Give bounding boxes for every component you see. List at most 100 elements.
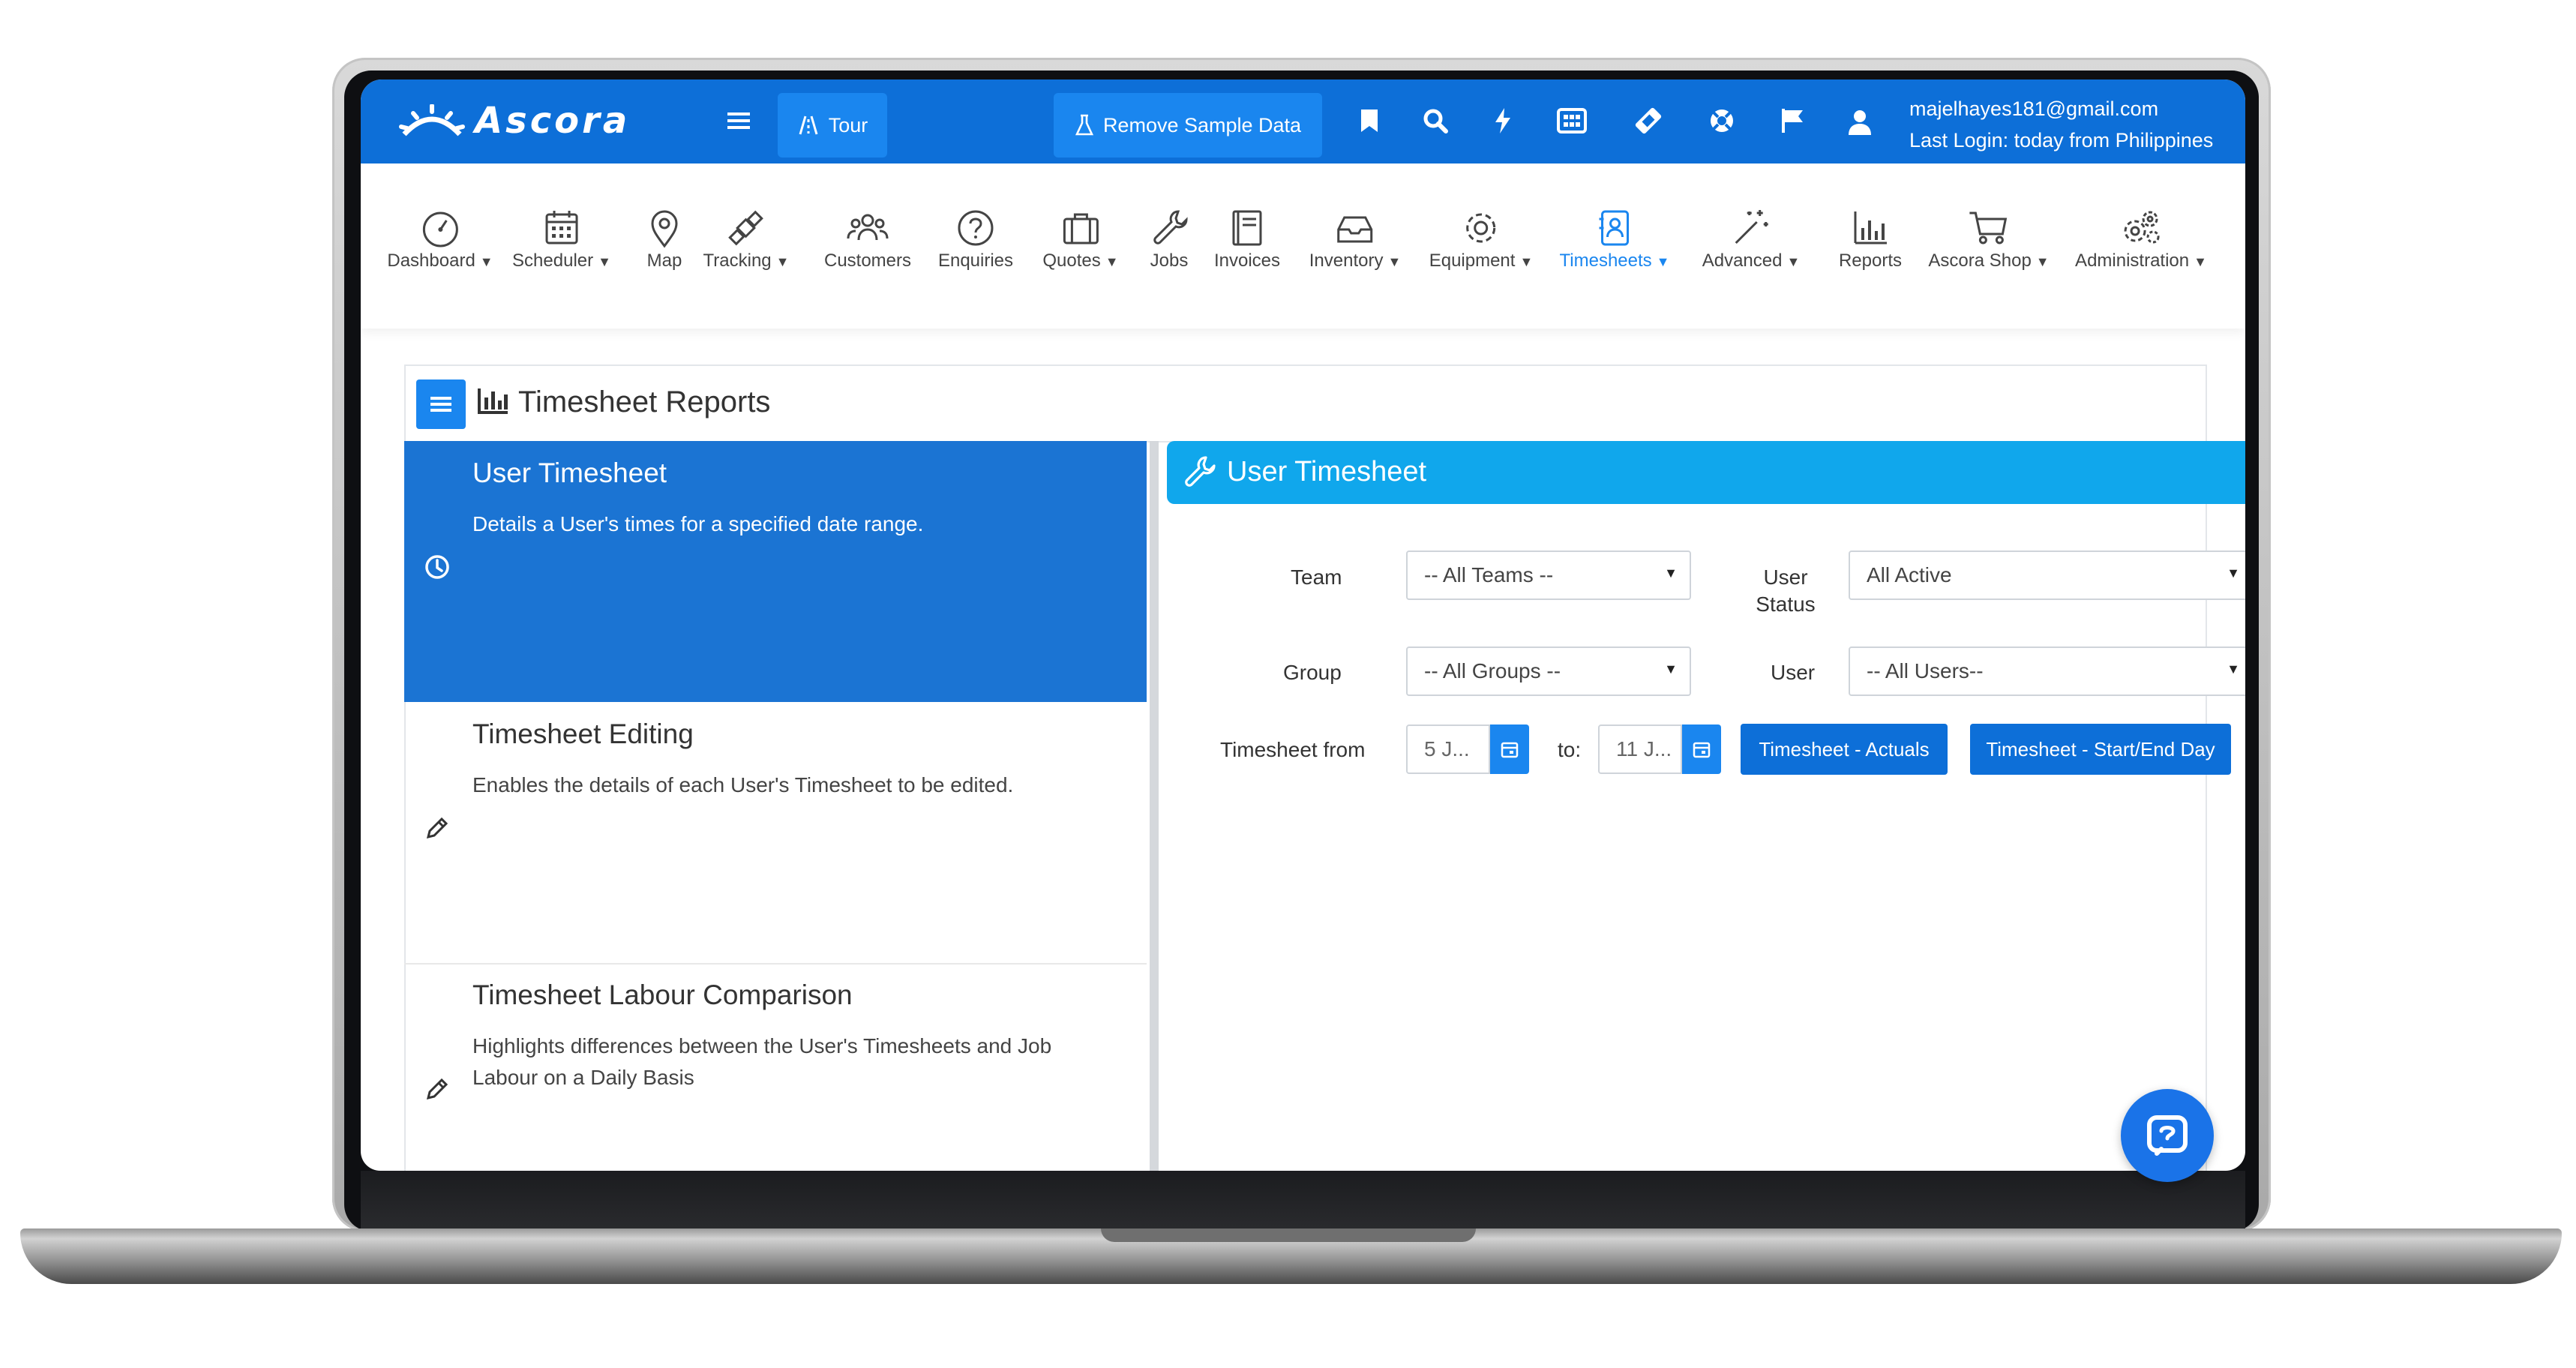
group-select-value: -- All Groups --	[1424, 659, 1561, 682]
nav-label: Reports	[1838, 250, 1903, 271]
nav-item-jobs[interactable]: Jobs	[1147, 206, 1192, 272]
timesheet-to-value: 11 J...	[1616, 737, 1672, 760]
caret-down-icon: ▼	[1786, 254, 1801, 269]
timesheet-actuals-button[interactable]: Timesheet - Actuals	[1741, 724, 1948, 775]
contact-book-icon	[1599, 210, 1630, 246]
last-login: Last Login: today from Philippines	[1909, 129, 2214, 152]
nav-item-enquiries[interactable]: Enquiries	[938, 206, 1013, 272]
map-pin-icon	[651, 210, 678, 248]
user-select-value: -- All Users--	[1867, 659, 1984, 682]
nav-item-advanced[interactable]: Advanced ▼	[1702, 206, 1801, 272]
nav-item-scheduler[interactable]: Scheduler ▼	[512, 206, 611, 272]
list-item-description: Details a User's times for a specified d…	[472, 512, 924, 536]
menu-icon[interactable]	[724, 102, 754, 140]
nav-item-invoices[interactable]: Invoices	[1214, 206, 1280, 272]
to-label: to:	[1558, 738, 1582, 761]
tour-button[interactable]: Tour	[778, 93, 887, 158]
app-screen: Ascora Tour Remove Sample Data majelhaye…	[361, 80, 2245, 1171]
nav-item-equipment[interactable]: Equipment ▼	[1429, 206, 1533, 272]
user-label: User	[1771, 661, 1816, 684]
wrench-icon	[1153, 210, 1188, 244]
pencil-icon	[426, 1078, 448, 1100]
caret-down-icon: ▼	[598, 254, 611, 269]
user-status-label: User Status	[1741, 566, 1831, 616]
dropdown-arrow-icon: ▼	[2227, 566, 2240, 580]
remove-sample-data-button[interactable]: Remove Sample Data	[1054, 93, 1322, 158]
bookmark-icon[interactable]	[1352, 102, 1387, 140]
ticket-icon[interactable]	[1628, 102, 1669, 140]
nav-item-timesheets[interactable]: Timesheets ▼	[1560, 206, 1669, 272]
list-item-title: Timesheet Labour Comparison	[472, 980, 853, 1010]
lifebuoy-icon[interactable]	[1705, 102, 1739, 140]
caret-down-icon: ▼	[2035, 254, 2050, 269]
timesheet-start-end-day-button[interactable]: Timesheet - Start/End Day	[1970, 724, 2231, 775]
timesheet-from-label: Timesheet from	[1220, 738, 1366, 761]
nav-label: Customers	[823, 250, 912, 271]
pencil-icon	[426, 817, 448, 839]
nav-item-inventory[interactable]: Inventory ▼	[1309, 206, 1402, 272]
road-icon	[799, 116, 818, 135]
nav-label: Ascora Shop	[1928, 250, 2032, 271]
list-icon	[430, 397, 451, 412]
team-select[interactable]: -- All Teams -- ▼	[1406, 550, 1691, 600]
nav-item-quotes[interactable]: Quotes ▼	[1042, 206, 1119, 272]
nav-item-dashboard[interactable]: Dashboard ▼	[387, 206, 493, 272]
dropdown-arrow-icon: ▼	[1664, 566, 1678, 580]
list-item-timesheet-labour-comparison[interactable]: Timesheet Labour Comparison Highlights d…	[404, 963, 1147, 1171]
nav-item-tracking[interactable]: Tracking ▼	[703, 206, 790, 272]
wrench-icon	[1185, 456, 1216, 487]
sunrise-logo-icon	[399, 104, 465, 136]
caret-down-icon: ▼	[775, 254, 790, 269]
timesheet-from-input[interactable]: 5 J...	[1406, 724, 1490, 774]
brand-name: Ascora	[475, 100, 631, 142]
user-status-select[interactable]: All Active ▼	[1849, 550, 2245, 600]
laptop-hinge	[361, 1171, 2245, 1232]
cart-icon	[1969, 212, 2007, 244]
nav-item-customers[interactable]: Customers	[824, 206, 911, 272]
user-status-select-value: All Active	[1867, 563, 1952, 586]
user-info[interactable]: majelhayes181@gmail.com Last Login: toda…	[1909, 93, 2213, 156]
to-calendar-button[interactable]	[1682, 724, 1721, 774]
nav-item-ascora-shop[interactable]: Ascora Shop ▼	[1928, 206, 2050, 272]
team-select-value: -- All Teams --	[1424, 563, 1554, 586]
inbox-icon	[1337, 216, 1373, 243]
caret-down-icon: ▼	[479, 254, 493, 269]
nav-item-reports[interactable]: Reports	[1839, 206, 1902, 272]
remove-sample-label: Remove Sample Data	[1102, 113, 1302, 136]
nav-label: Dashboard	[387, 250, 475, 271]
nav-label: Tracking	[703, 250, 772, 271]
satellite-icon	[728, 210, 764, 246]
timesheet-to-input[interactable]: 11 J...	[1598, 724, 1682, 774]
grid-icon[interactable]	[1552, 102, 1592, 140]
panel-resize-handle[interactable]	[1150, 441, 1159, 1171]
briefcase-icon	[1063, 213, 1099, 244]
flag-icon[interactable]	[1775, 102, 1810, 140]
page-title: Timesheet Reports	[518, 386, 771, 418]
tour-label: Tour	[828, 113, 868, 136]
gears-icon	[2124, 211, 2160, 244]
nav-label: Invoices	[1213, 250, 1281, 271]
lightning-icon[interactable]	[1486, 102, 1520, 140]
group-select[interactable]: -- All Groups -- ▼	[1406, 646, 1691, 696]
user-select[interactable]: -- All Users-- ▼	[1849, 646, 2245, 696]
list-item-timesheet-editing[interactable]: Timesheet Editing Enables the details of…	[404, 702, 1147, 964]
report-header: Timesheet Reports	[406, 366, 2206, 442]
caret-down-icon: ▼	[1387, 254, 1402, 269]
search-icon[interactable]	[1418, 102, 1453, 140]
nav-label: Jobs	[1150, 250, 1189, 271]
question-icon	[958, 210, 994, 246]
list-item-user-timesheet[interactable]: User Timesheet Details a User's times fo…	[404, 441, 1147, 702]
nav-item-map[interactable]: Map	[642, 206, 687, 272]
support-chat-button[interactable]	[2121, 1089, 2214, 1182]
ascora-logo[interactable]: Ascora	[398, 100, 631, 142]
user-icon[interactable]	[1843, 104, 1877, 141]
bar-chart-icon	[1854, 212, 1887, 244]
report-menu-toggle-button[interactable]	[416, 380, 466, 429]
nav-item-administration[interactable]: Administration ▼	[2075, 206, 2207, 272]
list-item-title: User Timesheet	[472, 458, 667, 488]
top-bar: Ascora Tour Remove Sample Data majelhaye…	[361, 80, 2245, 164]
dropdown-arrow-icon: ▼	[1664, 662, 1678, 676]
chat-icon	[2147, 1115, 2188, 1156]
nav-label: Inventory	[1309, 250, 1384, 271]
from-calendar-button[interactable]	[1490, 724, 1529, 774]
